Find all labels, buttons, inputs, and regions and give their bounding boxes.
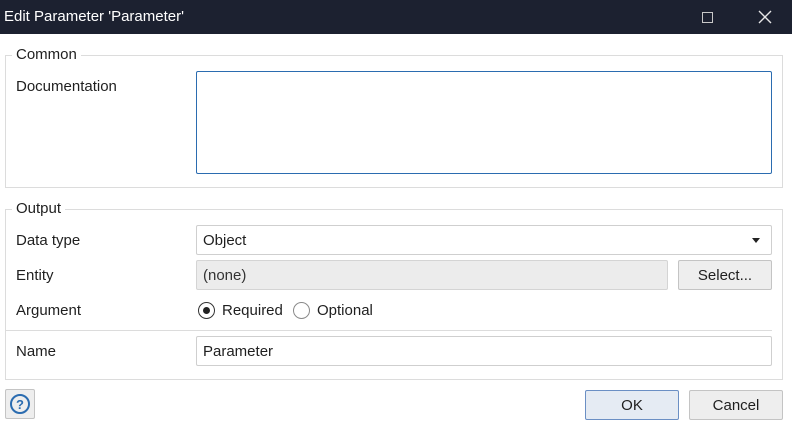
close-icon bbox=[758, 10, 772, 24]
chevron-down-icon bbox=[752, 238, 760, 243]
cancel-button[interactable]: Cancel bbox=[689, 390, 783, 420]
data-type-select[interactable]: Object bbox=[196, 225, 772, 255]
name-label: Name bbox=[16, 343, 57, 360]
name-field[interactable] bbox=[196, 336, 772, 366]
radio-unchecked-icon bbox=[293, 301, 310, 319]
help-button[interactable]: ? bbox=[5, 389, 35, 419]
close-button[interactable] bbox=[742, 0, 788, 34]
maximize-icon bbox=[701, 11, 713, 23]
entity-label: Entity bbox=[16, 267, 54, 284]
maximize-button[interactable] bbox=[684, 0, 730, 34]
entity-field: (none) bbox=[196, 260, 668, 290]
entity-value: (none) bbox=[203, 267, 247, 284]
radio-checked-icon bbox=[198, 301, 215, 319]
window-title: Edit Parameter 'Parameter' bbox=[4, 8, 184, 25]
help-icon: ? bbox=[10, 394, 30, 414]
documentation-label: Documentation bbox=[16, 78, 117, 95]
common-legend: Common bbox=[12, 46, 81, 64]
dialog-body: Common Documentation Output Data type Ob… bbox=[0, 34, 792, 429]
data-type-label: Data type bbox=[16, 232, 81, 249]
ok-button[interactable]: OK bbox=[585, 390, 679, 420]
argument-required-radio[interactable]: Required bbox=[198, 300, 283, 320]
argument-optional-radio[interactable]: Optional bbox=[293, 300, 373, 320]
title-bar: Edit Parameter 'Parameter' bbox=[0, 0, 792, 34]
documentation-field[interactable] bbox=[196, 71, 772, 174]
argument-label: Argument bbox=[16, 302, 82, 319]
output-legend: Output bbox=[12, 200, 66, 218]
data-type-value: Object bbox=[203, 232, 247, 249]
select-entity-button[interactable]: Select... bbox=[678, 260, 772, 290]
argument-optional-label: Optional bbox=[317, 301, 373, 319]
divider bbox=[6, 330, 772, 331]
argument-required-label: Required bbox=[222, 301, 283, 319]
